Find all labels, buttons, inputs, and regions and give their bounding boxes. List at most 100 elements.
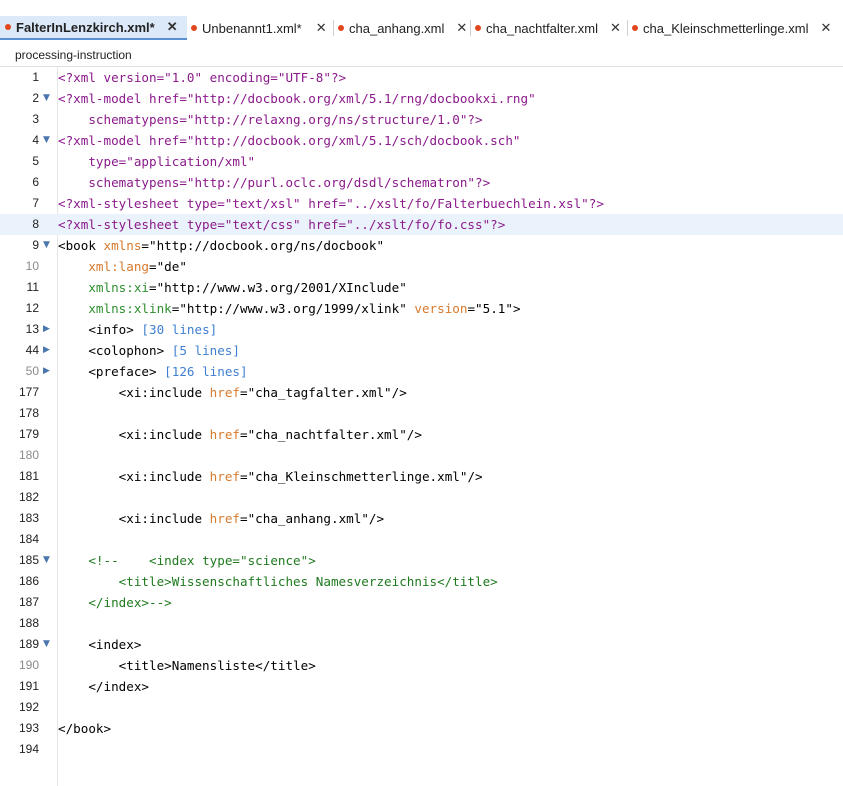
line-text: <xi:include href="cha_anhang.xml"/> bbox=[58, 511, 385, 526]
code-line[interactable]: 183 <xi:include href="cha_anhang.xml"/> bbox=[0, 508, 843, 529]
line-text: <title>Namensliste</title> bbox=[58, 658, 316, 673]
tab-label: cha_anhang.xml bbox=[349, 20, 445, 36]
tab-separator bbox=[627, 20, 628, 36]
close-icon[interactable]: ✕ bbox=[167, 19, 178, 35]
line-text: <book xmlns="http://docbook.org/ns/docbo… bbox=[58, 238, 385, 253]
tab-falterinlenzkirch[interactable]: FalterInLenzkirch.xml* ✕ bbox=[0, 16, 187, 40]
fold-collapse-icon[interactable]: ▼ bbox=[43, 235, 53, 256]
tab-unbenannt1[interactable]: Unbenannt1.xml* ✕ bbox=[191, 16, 331, 40]
line-number: 1 bbox=[32, 70, 39, 84]
line-number: 9 bbox=[32, 238, 39, 252]
code-line[interactable]: 178 bbox=[0, 403, 843, 424]
folded-lines-marker: [5 lines] bbox=[171, 343, 240, 358]
code-line[interactable]: 10 xml:lang="de" bbox=[0, 256, 843, 277]
line-number: 187 bbox=[18, 595, 39, 609]
line-number: 13 bbox=[25, 322, 39, 336]
tab-cha-anhang[interactable]: cha_anhang.xml ✕ bbox=[338, 16, 470, 40]
fold-collapse-icon[interactable]: ▼ bbox=[43, 634, 53, 655]
fold-expand-icon[interactable]: ▶ bbox=[43, 361, 53, 382]
tab-separator bbox=[333, 20, 334, 36]
code-line[interactable]: 13 ▶ <info> [30 lines] bbox=[0, 319, 843, 340]
code-line[interactable]: 187 </index>--> bbox=[0, 592, 843, 613]
code-line[interactable]: 188 bbox=[0, 613, 843, 634]
code-line[interactable]: 189 ▼ <index> bbox=[0, 634, 843, 655]
code-line[interactable]: 194 bbox=[0, 739, 843, 760]
tab-separator bbox=[470, 20, 471, 36]
code-line[interactable]: 5 type="application/xml" bbox=[0, 151, 843, 172]
line-text: </index>--> bbox=[58, 595, 172, 610]
breadcrumb-item[interactable]: processing-instruction bbox=[15, 48, 132, 62]
code-line[interactable]: 184 bbox=[0, 529, 843, 550]
code-line[interactable]: 179 <xi:include href="cha_nachtfalter.xm… bbox=[0, 424, 843, 445]
close-icon[interactable]: ✕ bbox=[456, 20, 467, 36]
line-number: 192 bbox=[18, 700, 39, 714]
line-number: 11 bbox=[26, 280, 39, 294]
code-line[interactable]: 191 </index> bbox=[0, 676, 843, 697]
line-text: <xi:include href="cha_nachtfalter.xml"/> bbox=[58, 427, 422, 442]
modified-dot-icon bbox=[5, 24, 11, 30]
line-text: </book> bbox=[58, 721, 112, 736]
tab-label: cha_Kleinschmetterlinge.xml bbox=[643, 20, 809, 36]
line-number: 3 bbox=[32, 112, 39, 126]
line-number: 188 bbox=[18, 616, 39, 630]
code-line[interactable]: 180 bbox=[0, 445, 843, 466]
code-line[interactable]: 192 bbox=[0, 697, 843, 718]
line-text: xmlns:xlink="http://www.w3.org/1999/xlin… bbox=[88, 301, 521, 316]
code-line[interactable]: 11 xmlns:xi="http://www.w3.org/2001/XInc… bbox=[0, 277, 843, 298]
line-text: <?xml-stylesheet type="text/xsl" href=".… bbox=[58, 196, 604, 211]
tab-cha-nachtfalter[interactable]: cha_nachtfalter.xml ✕ bbox=[475, 16, 627, 40]
current-code-line[interactable]: 8 <?xml-stylesheet type="text/css" href=… bbox=[0, 214, 843, 235]
code-line[interactable]: 2 ▼ <?xml-model href="http://docbook.org… bbox=[0, 88, 843, 109]
line-number: 6 bbox=[32, 175, 39, 189]
code-editor[interactable]: 1 <?xml version="1.0" encoding="UTF-8"?>… bbox=[0, 67, 843, 786]
code-line[interactable]: 181 <xi:include href="cha_Kleinschmetter… bbox=[0, 466, 843, 487]
fold-collapse-icon[interactable]: ▼ bbox=[43, 88, 53, 109]
modified-dot-icon bbox=[338, 25, 344, 31]
fold-collapse-icon[interactable]: ▼ bbox=[43, 130, 53, 151]
line-number: 4 bbox=[32, 133, 39, 147]
tab-cha-kleinschmetterlinge[interactable]: cha_Kleinschmetterlinge.xml ✕ bbox=[632, 16, 843, 40]
code-line[interactable]: 12 xmlns:xlink="http://www.w3.org/1999/x… bbox=[0, 298, 843, 319]
line-text: <info> [30 lines] bbox=[58, 322, 218, 337]
code-line[interactable]: 50 ▶ <preface> [126 lines] bbox=[0, 361, 843, 382]
code-line[interactable]: 186 <title>Wissenschaftliches Namesverze… bbox=[0, 571, 843, 592]
tab-label: FalterInLenzkirch.xml* bbox=[16, 19, 155, 35]
line-text: xmlns:xi="http://www.w3.org/2001/XInclud… bbox=[88, 280, 407, 295]
fold-expand-icon[interactable]: ▶ bbox=[43, 340, 53, 361]
code-line[interactable]: 3 schematypens="http://relaxng.org/ns/st… bbox=[0, 109, 843, 130]
close-icon[interactable]: ✕ bbox=[610, 20, 621, 36]
breadcrumb[interactable]: processing-instruction bbox=[0, 41, 843, 67]
tab-label: cha_nachtfalter.xml bbox=[486, 20, 599, 36]
code-line[interactable]: 185 ▼ <!-- <index type="science"> bbox=[0, 550, 843, 571]
editor-tab-bar: FalterInLenzkirch.xml* ✕ Unbenannt1.xml*… bbox=[0, 0, 843, 40]
line-number: 181 bbox=[18, 469, 39, 483]
fold-expand-icon[interactable]: ▶ bbox=[43, 319, 53, 340]
code-line[interactable]: 9 ▼ <book xmlns="http://docbook.org/ns/d… bbox=[0, 235, 843, 256]
code-line[interactable]: 44 ▶ <colophon> [5 lines] bbox=[0, 340, 843, 361]
close-icon[interactable]: ✕ bbox=[316, 20, 327, 36]
code-line[interactable]: 193 </book> bbox=[0, 718, 843, 739]
line-text: type="application/xml" bbox=[58, 154, 256, 169]
code-line[interactable]: 1 <?xml version="1.0" encoding="UTF-8"?> bbox=[0, 67, 843, 88]
line-number: 8 bbox=[32, 217, 39, 231]
fold-collapse-icon[interactable]: ▼ bbox=[43, 550, 53, 571]
line-text: <xi:include href="cha_Kleinschmetterling… bbox=[58, 469, 483, 484]
code-line[interactable]: 4 ▼ <?xml-model href="http://docbook.org… bbox=[0, 130, 843, 151]
code-line[interactable]: 190 <title>Namensliste</title> bbox=[0, 655, 843, 676]
code-line[interactable]: 177 <xi:include href="cha_tagfalter.xml"… bbox=[0, 382, 843, 403]
code-line[interactable]: 6 schematypens="http://purl.oclc.org/dsd… bbox=[0, 172, 843, 193]
line-text: <xi:include href="cha_tagfalter.xml"/> bbox=[58, 385, 407, 400]
line-number: 184 bbox=[18, 532, 39, 546]
close-icon[interactable]: ✕ bbox=[820, 20, 831, 36]
line-number: 178 bbox=[18, 406, 39, 420]
line-number: 5 bbox=[32, 154, 39, 168]
tab-label: Unbenannt1.xml* bbox=[202, 20, 302, 36]
line-text: <?xml-model href="http://docbook.org/xml… bbox=[58, 133, 521, 148]
line-number: 179 bbox=[18, 427, 39, 441]
code-line[interactable]: 182 bbox=[0, 487, 843, 508]
line-number: 44 bbox=[25, 343, 39, 357]
line-number: 50 bbox=[25, 364, 39, 378]
line-number: 191 bbox=[18, 679, 39, 693]
line-number: 182 bbox=[18, 490, 39, 504]
code-line[interactable]: 7 <?xml-stylesheet type="text/xsl" href=… bbox=[0, 193, 843, 214]
